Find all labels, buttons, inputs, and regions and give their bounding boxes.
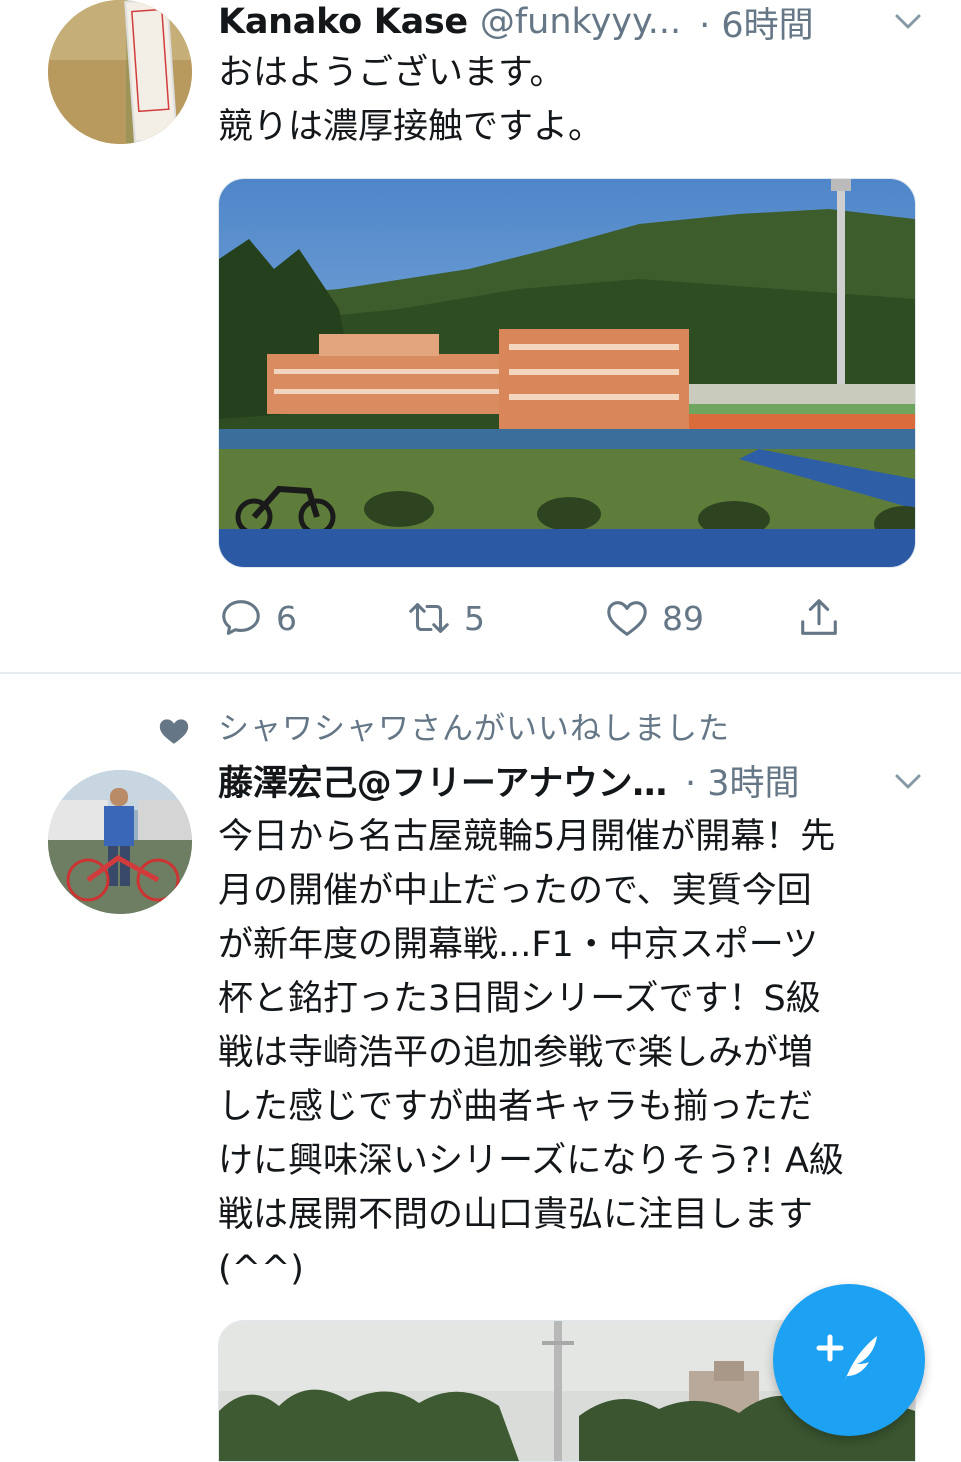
tweet-header: 藤澤宏己@フリーアナウン… · 3時間 bbox=[218, 758, 911, 803]
social-context-label[interactable]: シャワシャワさんがいいねしました bbox=[218, 703, 730, 748]
tweet-1[interactable]: Kanako Kase @funkyyy... · 6時間 おはようございます。… bbox=[0, 0, 961, 674]
tweet-header: Kanako Kase @funkyyy... · 6時間 bbox=[218, 0, 911, 44]
reply-icon bbox=[222, 600, 260, 635]
like-count: 89 bbox=[662, 598, 704, 638]
timestamp[interactable]: · 3時間 bbox=[685, 758, 800, 803]
heart-filled-icon bbox=[159, 719, 189, 744]
tweet-text-line: 杯と銘打った3日間シリーズです！S級 bbox=[218, 979, 821, 1019]
chevron-down-icon[interactable] bbox=[893, 766, 923, 796]
avatar[interactable] bbox=[48, 0, 192, 144]
avatar-image bbox=[48, 770, 192, 914]
tweet-text: おはようございます。 競りは濃厚接触ですよ。 bbox=[218, 46, 918, 154]
tweet-text-line: けに興味深いシリーズになりそう?! A級 bbox=[218, 1141, 844, 1181]
tweet-text-line: が新年度の開幕戦...F1・中京スポーツ bbox=[218, 925, 819, 965]
share-button[interactable] bbox=[796, 592, 842, 644]
retweet-icon bbox=[409, 603, 449, 633]
avatar-image bbox=[48, 0, 192, 144]
chevron-down-icon[interactable] bbox=[893, 6, 923, 36]
retweet-button[interactable]: 5 bbox=[406, 592, 485, 644]
tweet-text-line: 今日から名古屋競輪5月開催が開幕！先 bbox=[218, 817, 836, 857]
velodrome-photo bbox=[219, 179, 915, 567]
tweet-text-line: (^^) bbox=[218, 1249, 304, 1289]
heart-icon bbox=[607, 601, 647, 636]
avatar[interactable] bbox=[48, 770, 192, 914]
compose-tweet-icon bbox=[816, 1334, 877, 1386]
reply-button[interactable]: 6 bbox=[218, 592, 297, 644]
tweet-text-line: おはようございます。 bbox=[218, 53, 565, 93]
tweet-text-line: した感じですが曲者キャラも揃っただ bbox=[218, 1087, 814, 1127]
compose-tweet-button[interactable] bbox=[773, 1284, 925, 1436]
timestamp[interactable]: · 6時間 bbox=[699, 0, 814, 45]
tweet-text-line: 月の開催が中止だったので、実質今回 bbox=[218, 871, 812, 911]
display-name[interactable]: 藤澤宏己@フリーアナウン… bbox=[218, 758, 667, 803]
display-name[interactable]: Kanako Kase bbox=[218, 2, 468, 42]
reply-count: 6 bbox=[276, 598, 297, 638]
like-button[interactable]: 89 bbox=[604, 592, 704, 644]
tweet-text: 今日から名古屋競輪5月開催が開幕！先 月の開催が中止だったので、実質今回 が新年… bbox=[218, 810, 918, 1296]
username-handle[interactable]: @funkyyy... bbox=[480, 2, 681, 42]
retweet-count: 5 bbox=[464, 598, 485, 638]
tweet-text-line: 競りは濃厚接触ですよ。 bbox=[218, 107, 604, 147]
share-icon bbox=[801, 599, 837, 635]
tweet-text-line: 戦は寺崎浩平の追加参戦で楽しみが増 bbox=[218, 1033, 814, 1073]
tweet-actions: 6 5 89 bbox=[218, 592, 858, 644]
tweet-media-photo[interactable] bbox=[218, 178, 916, 568]
tweet-text-line: 戦は展開不問の山口貴弘に注目します bbox=[218, 1195, 814, 1235]
